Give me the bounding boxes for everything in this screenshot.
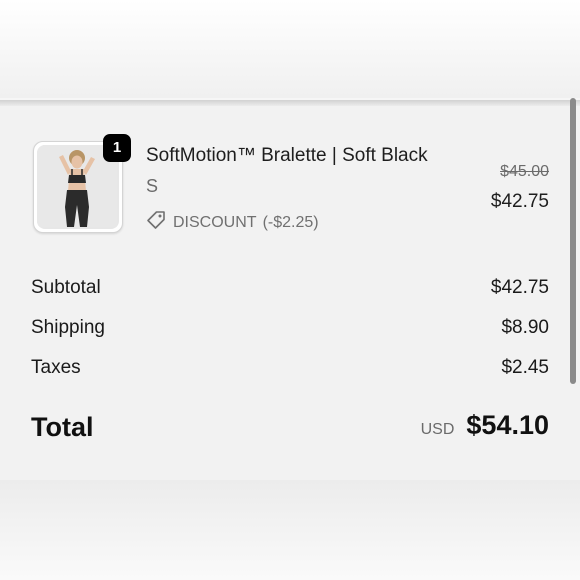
discount-amount: (-$2.25) — [262, 213, 319, 231]
product-name: SoftMotion™ Bralette | Soft Black — [146, 145, 428, 166]
total-amount: USD $54.10 — [421, 410, 549, 441]
tag-icon — [146, 210, 173, 235]
total-value: $54.10 — [466, 410, 549, 440]
bottom-background — [0, 480, 580, 580]
subtotal-value: $42.75 — [490, 277, 549, 298]
currency-code: USD — [420, 421, 455, 438]
taxes-label: Taxes — [31, 357, 81, 378]
discounted-price: $42.75 — [490, 191, 549, 212]
discount-label: DISCOUNT — [173, 213, 257, 231]
scrollbar[interactable] — [570, 98, 576, 384]
top-background — [0, 0, 580, 98]
discount-line: DISCOUNT (-$2.25) — [146, 210, 319, 235]
taxes-row: Taxes $2.45 — [31, 357, 549, 381]
subtotal-label: Subtotal — [31, 277, 101, 298]
total-label: Total — [31, 412, 94, 442]
shipping-value: $8.90 — [501, 317, 549, 338]
total-row: Total USD $54.10 — [31, 410, 549, 446]
subtotal-row: Subtotal $42.75 — [31, 277, 549, 301]
quantity-badge: 1 — [103, 134, 131, 162]
taxes-value: $2.45 — [501, 357, 549, 378]
product-variant: S — [146, 176, 159, 196]
shipping-row: Shipping $8.90 — [31, 317, 549, 341]
original-price: $45.00 — [500, 163, 549, 180]
shipping-label: Shipping — [31, 317, 105, 338]
